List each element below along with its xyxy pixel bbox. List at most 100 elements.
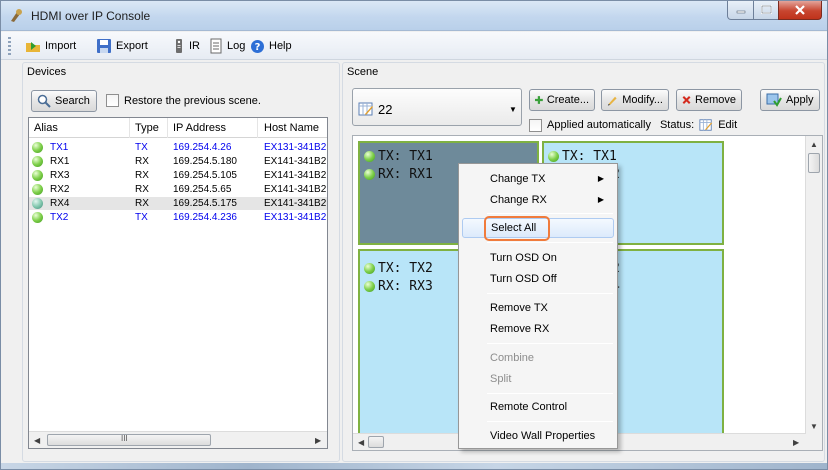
table-row[interactable]: TX1 TX 169.254.4.26 EX131-341B2 <box>29 141 327 154</box>
cell-alias: RX2 <box>50 184 70 195</box>
column-alias[interactable]: Alias <box>34 122 58 134</box>
help-label: Help <box>269 40 292 52</box>
tx-status-icon <box>364 263 375 274</box>
cell-host: EX141-341B2 <box>264 170 327 181</box>
apply-button[interactable]: Apply <box>760 89 820 111</box>
modify-button[interactable]: Modify... <box>601 89 669 111</box>
submenu-arrow-icon: ▶ <box>597 195 604 204</box>
table-row[interactable]: TX2 TX 169.254.4.236 EX131-341B2 <box>29 211 327 224</box>
apply-automatically-checkbox[interactable]: Applied automatically Status: Edit <box>529 118 737 132</box>
menu-item-label: Turn OSD Off <box>490 273 557 285</box>
scrollbar-thumb[interactable] <box>808 153 820 173</box>
scrollbar-thumb[interactable] <box>368 436 384 448</box>
cell-host: EX141-341B2 <box>264 184 327 195</box>
horizontal-scrollbar[interactable]: ◀ III ▶ <box>29 431 327 448</box>
search-label: Search <box>55 95 90 107</box>
scrollbar-thumb[interactable]: III <box>47 434 211 446</box>
cell-alias: TX2 <box>50 212 69 223</box>
menu-item-change-rx[interactable]: Change RX ▶ <box>462 190 614 210</box>
modify-label: Modify... <box>622 94 663 106</box>
scroll-right-icon[interactable]: ▶ <box>315 436 321 445</box>
menu-separator <box>487 293 613 294</box>
menu-item-change-tx[interactable]: Change TX ▶ <box>462 169 614 189</box>
menu-item-label: Change RX <box>490 194 547 206</box>
menu-item-label: Turn OSD On <box>490 252 557 264</box>
menu-item-remote-control[interactable]: Remote Control <box>462 397 614 417</box>
close-button[interactable] <box>778 1 822 20</box>
cell-host: EX131-341B2 <box>264 212 327 223</box>
cell-alias: RX3 <box>50 170 70 181</box>
online-status-icon <box>32 198 43 209</box>
table-row[interactable]: RX1 RX 169.254.5.180 EX141-341B2 <box>29 155 327 168</box>
pencil-icon <box>607 96 617 106</box>
menu-item-remove-rx[interactable]: Remove RX <box>462 319 614 339</box>
scroll-right-icon[interactable]: ▶ <box>793 438 799 447</box>
log-button[interactable]: Log <box>209 37 245 55</box>
maximize-button[interactable] <box>753 1 779 20</box>
export-label: Export <box>116 40 148 52</box>
scroll-up-icon[interactable]: ▲ <box>810 140 818 149</box>
table-row[interactable]: RX2 RX 169.254.5.65 EX141-341B2 <box>29 183 327 196</box>
column-type[interactable]: Type <box>135 122 159 134</box>
submenu-arrow-icon: ▶ <box>597 174 604 183</box>
remove-button[interactable]: Remove <box>676 89 742 111</box>
restore-checkbox-box[interactable] <box>106 94 119 107</box>
minimize-button[interactable] <box>727 1 754 20</box>
cell-rx-line: RX: RX1 <box>364 167 433 182</box>
menu-item-osd-off[interactable]: Turn OSD Off <box>462 269 614 289</box>
maximize-icon <box>760 5 772 14</box>
scroll-left-icon[interactable]: ◀ <box>358 438 364 447</box>
cell-ip: 169.254.5.180 <box>173 156 237 167</box>
column-divider[interactable] <box>257 118 258 138</box>
cell-type: RX <box>135 198 149 209</box>
table-row[interactable]: RX4 RX 169.254.5.175 EX141-341B2 <box>29 197 327 210</box>
search-icon <box>37 94 51 108</box>
import-button[interactable]: Import <box>25 37 76 55</box>
ir-label: IR <box>189 40 200 52</box>
ir-button[interactable]: IR <box>173 37 200 55</box>
dropdown-arrow-icon[interactable]: ▼ <box>509 105 517 114</box>
cell-type: TX <box>135 142 148 153</box>
cell-alias: RX1 <box>50 156 70 167</box>
vertical-scrollbar[interactable]: ▲ ▼ <box>805 136 822 450</box>
table-row[interactable]: RX3 RX 169.254.5.105 EX141-341B2 <box>29 169 327 182</box>
cell-host: EX141-341B2 <box>264 156 327 167</box>
column-divider[interactable] <box>167 118 168 138</box>
menu-item-split[interactable]: Split <box>462 369 614 389</box>
online-status-icon <box>32 184 43 195</box>
apply-label: Apply <box>786 94 814 106</box>
rx-status-icon <box>364 169 375 180</box>
restore-checkbox[interactable]: Restore the previous scene. <box>106 94 261 107</box>
cell-type: TX <box>135 212 148 223</box>
log-icon <box>210 38 222 54</box>
column-divider[interactable] <box>129 118 130 138</box>
cell-host: EX131-341B2 <box>264 142 327 153</box>
scroll-down-icon[interactable]: ▼ <box>810 422 818 431</box>
toolbar-grip[interactable] <box>8 37 11 55</box>
export-button[interactable]: Export <box>96 37 148 55</box>
cell-ip: 169.254.4.26 <box>173 142 232 153</box>
help-button[interactable]: ? Help <box>250 37 292 55</box>
edit-status-icon <box>699 119 713 131</box>
status-value: Edit <box>718 119 738 131</box>
menu-item-remove-tx[interactable]: Remove TX <box>462 298 614 318</box>
select-all-highlight <box>484 216 550 241</box>
cell-type: RX <box>135 170 149 181</box>
scroll-left-icon[interactable]: ◀ <box>34 436 40 445</box>
svg-text:?: ? <box>255 42 261 53</box>
create-button[interactable]: Create... <box>529 89 595 111</box>
cell-tx-label: TX: TX1 <box>562 149 617 164</box>
remove-label: Remove <box>695 94 736 106</box>
scene-dropdown[interactable]: 22 ▼ <box>352 88 522 126</box>
column-host[interactable]: Host Name <box>264 122 319 134</box>
apply-automatically-box[interactable] <box>529 118 542 132</box>
menu-item-combine[interactable]: Combine <box>462 348 614 368</box>
cell-rx-line: RX: RX3 <box>364 279 433 294</box>
cell-rx-label: RX: RX3 <box>378 279 433 294</box>
search-button[interactable]: Search <box>31 90 97 112</box>
menu-item-label: Remove RX <box>490 323 550 335</box>
menu-item-video-wall-properties[interactable]: Video Wall Properties <box>462 426 614 446</box>
menu-item-osd-on[interactable]: Turn OSD On <box>462 248 614 268</box>
column-ip[interactable]: IP Address <box>173 122 226 134</box>
save-icon <box>97 39 111 53</box>
